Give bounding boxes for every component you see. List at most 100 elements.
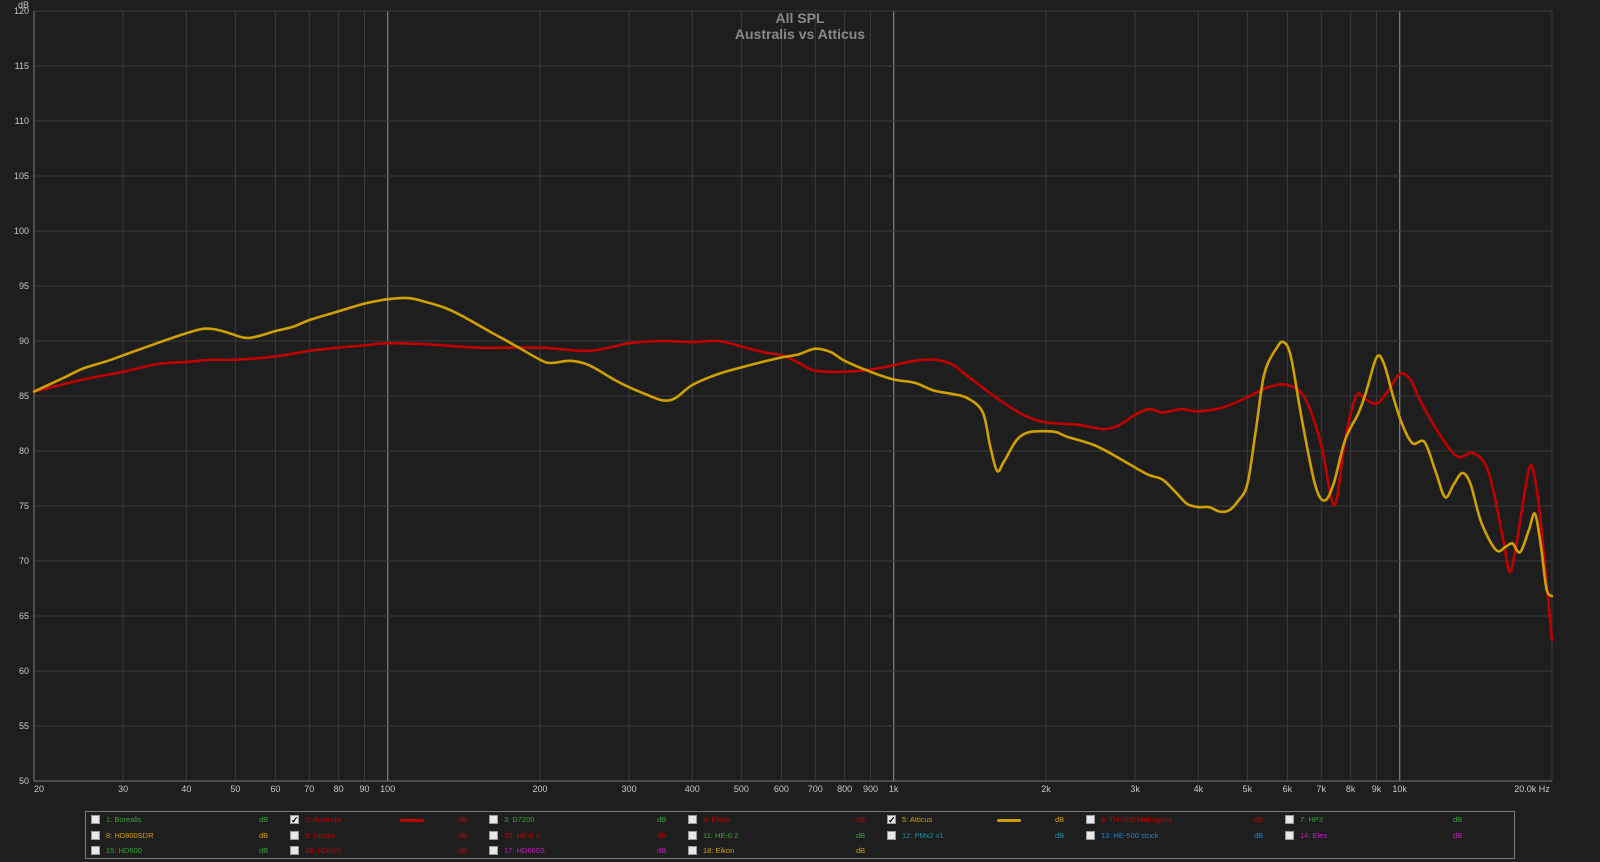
frequency-response-chart: 50556065707580859095100105110115120 20 30… xyxy=(0,0,1600,810)
legend-item: 9: Utopia dB xyxy=(290,829,485,843)
legend-item: 13: HE-500 stock dB xyxy=(1086,829,1281,843)
x-tick-label: 9k xyxy=(1372,784,1382,794)
legend-unit-label: dB xyxy=(1055,830,1065,840)
x-tick-label: 8k xyxy=(1346,784,1356,794)
legend-item-label: 3: D7200 xyxy=(504,815,535,824)
legend-checkbox[interactable] xyxy=(887,830,896,840)
legend-item-label: 17: HD660S xyxy=(504,846,545,855)
legend-item-label: 11: HE-6 2 xyxy=(703,830,739,840)
legend-checkbox[interactable] xyxy=(290,846,299,855)
x-tick-label: 200 xyxy=(532,784,547,794)
y-tick-label: 100 xyxy=(14,226,29,236)
legend-item-label: 13: HE-500 stock xyxy=(1101,830,1159,840)
x-tick-label: 2k xyxy=(1041,784,1051,794)
legend-item: 14: Elex dB xyxy=(1285,829,1480,843)
legend-unit-label: dB xyxy=(657,815,667,824)
x-tick-label: 3k xyxy=(1130,784,1140,794)
legend-item-label: 12: PMx2 v1 xyxy=(902,830,944,840)
y-tick-label: 95 xyxy=(19,281,29,291)
legend-checkbox[interactable] xyxy=(290,830,299,840)
legend-checkbox[interactable] xyxy=(91,815,100,824)
legend-swatch xyxy=(997,819,1021,822)
legend-unit-label: dB xyxy=(1254,815,1264,824)
legend-unit-label: dB xyxy=(259,846,269,855)
legend-unit-label: dB xyxy=(259,815,269,824)
x-tick-label: 5k xyxy=(1243,784,1253,794)
legend-checkbox[interactable] xyxy=(91,846,100,855)
legend-checkbox[interactable] xyxy=(1285,815,1294,824)
legend-item-label: 6: TH-X00 Mahogany xyxy=(1101,815,1173,824)
x-tick-label: 70 xyxy=(304,784,314,794)
y-tick-label: 110 xyxy=(15,116,29,126)
legend: 1: Borealis dB ✓ 2: Australis dB 3: D7200 dB 4:… xyxy=(85,811,1515,859)
x-tick-label: 80 xyxy=(334,784,344,794)
legend-unit-label: dB xyxy=(458,830,468,840)
y-tick-label: 75 xyxy=(19,501,29,511)
legend-checkbox[interactable] xyxy=(91,830,100,840)
legend-checkbox[interactable] xyxy=(688,830,697,840)
y-tick-label: 90 xyxy=(19,336,29,346)
x-tick-label: 900 xyxy=(863,784,878,794)
x-tick-label: 1k xyxy=(889,784,899,794)
legend-item-label: 10: HE-6 1 xyxy=(504,830,540,840)
legend-item-label: 16: HD650 xyxy=(305,846,341,855)
legend-item: ✓ 2: Australis dB xyxy=(290,813,485,827)
legend-item-label: 1: Borealis xyxy=(106,815,142,824)
y-tick-label: 70 xyxy=(19,556,29,566)
legend-item: 15: HD600 dB xyxy=(91,844,286,858)
legend-unit-label: dB xyxy=(657,830,667,840)
legend-item: ✓ 5: Atticus dB xyxy=(887,813,1082,827)
legend-item-label: 2: Australis xyxy=(305,815,342,824)
legend-checkbox[interactable] xyxy=(688,846,697,855)
y-tick-label: 60 xyxy=(19,666,29,676)
y-axis-label: dB xyxy=(18,0,29,10)
legend-item: 4: Eikon dB xyxy=(688,813,883,827)
legend-checkbox[interactable] xyxy=(489,830,498,840)
legend-unit-label: dB xyxy=(856,846,866,855)
legend-unit-label: dB xyxy=(856,815,866,824)
legend-unit-label: dB xyxy=(856,830,866,840)
legend-item: 6: TH-X00 Mahogany dB xyxy=(1086,813,1281,827)
x-tick-label: 100 xyxy=(380,784,395,794)
legend-unit-label: dB xyxy=(1055,815,1065,824)
legend-unit-label: dB xyxy=(1254,830,1264,840)
x-tick-label: 400 xyxy=(685,784,700,794)
legend-checkbox[interactable] xyxy=(489,846,498,855)
legend-checkbox[interactable] xyxy=(1086,815,1095,824)
x-tick-label: 500 xyxy=(734,784,749,794)
legend-item-label: 18: Eikon xyxy=(703,846,735,855)
legend-item-label: 4: Eikon xyxy=(703,815,731,824)
x-tick-label: 30 xyxy=(118,784,128,794)
legend-item-label: 15: HD600 xyxy=(106,846,142,855)
legend-item: 8: HD800SDR dB xyxy=(91,829,286,843)
legend-swatch xyxy=(400,819,424,822)
y-tick-label: 80 xyxy=(19,446,29,456)
x-tick-label: 60 xyxy=(270,784,280,794)
legend-item-label: 8: HD800SDR xyxy=(106,830,154,840)
legend-checkbox[interactable]: ✓ xyxy=(887,815,896,825)
legend-unit-label: dB xyxy=(657,846,667,855)
legend-item: 16: HD650 dB xyxy=(290,844,485,858)
legend-checkbox[interactable] xyxy=(1086,830,1095,840)
legend-checkbox[interactable]: ✓ xyxy=(290,815,299,825)
x-tick-label: 10k xyxy=(1392,784,1407,794)
chart-title: All SPL xyxy=(775,10,824,26)
legend-unit-label: dB xyxy=(458,846,468,855)
legend-item: 1: Borealis dB xyxy=(91,813,286,827)
legend-checkbox[interactable] xyxy=(489,815,498,824)
x-tick-label: 700 xyxy=(808,784,823,794)
x-tick-label: 800 xyxy=(837,784,852,794)
legend-item: 3: D7200 dB xyxy=(489,813,684,827)
legend-item-label: 14: Elex xyxy=(1300,830,1328,840)
legend-checkbox[interactable] xyxy=(1285,830,1294,840)
legend-unit-label: dB xyxy=(1453,815,1463,824)
y-tick-label: 65 xyxy=(19,611,29,621)
legend-item: 10: HE-6 1 dB xyxy=(489,829,684,843)
legend-unit-label: dB xyxy=(458,815,468,824)
legend-item-label: 7: HP3 xyxy=(1300,815,1323,824)
x-tick-label: 20.0k Hz xyxy=(1514,784,1550,794)
legend-item: 11: HE-6 2 dB xyxy=(688,829,883,843)
legend-checkbox[interactable] xyxy=(688,815,697,824)
legend-item: 12: PMx2 v1 dB xyxy=(887,829,1082,843)
legend-item-label: 9: Utopia xyxy=(305,830,336,840)
